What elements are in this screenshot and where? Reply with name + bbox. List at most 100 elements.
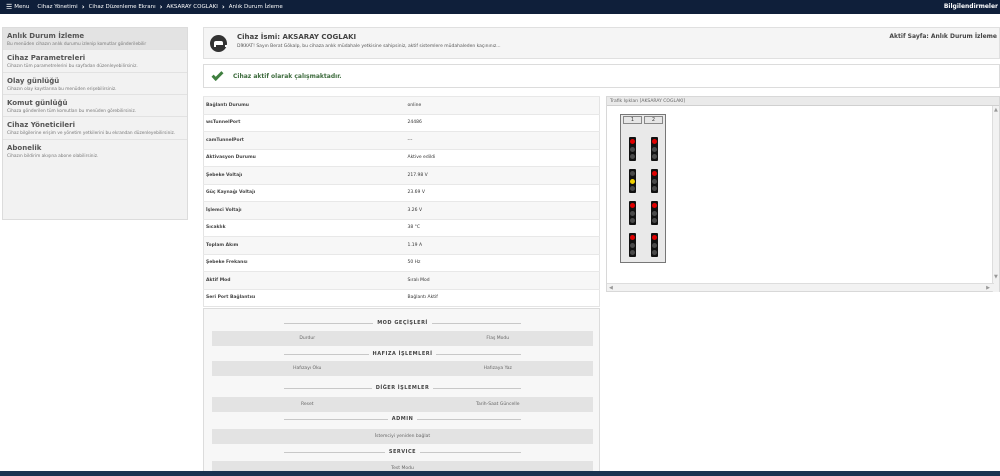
chevron-right-icon: › bbox=[81, 3, 85, 11]
scroll-down-icon[interactable]: ▼ bbox=[994, 274, 998, 280]
status-value: --- bbox=[405, 131, 600, 149]
hamburger-icon: ☰ bbox=[6, 3, 13, 11]
scroll-up-icon[interactable]: ▲ bbox=[994, 107, 998, 113]
signal-bulb-red bbox=[630, 203, 635, 208]
flash-mode-button[interactable]: Flaş Modu bbox=[403, 331, 594, 346]
table-row: Sıcaklık 38 °C bbox=[203, 218, 600, 237]
breadcrumb: Cihaz Yönetimi › Cihaz Düzenleme Ekranı … bbox=[37, 3, 282, 11]
stop-button[interactable]: Durdur bbox=[212, 331, 403, 346]
sidebar-item-managers[interactable]: Cihaz Yöneticileri Cihaz bilgilerine eri… bbox=[3, 117, 187, 140]
status-key: Şebeke Frekansı bbox=[203, 253, 406, 272]
status-key: Bağlantı Durumu bbox=[203, 96, 406, 114]
write-memory-button[interactable]: Hafızaya Yaz bbox=[403, 361, 594, 376]
status-key: Aktif Mod bbox=[203, 271, 406, 289]
sidebar-item-command-log[interactable]: Komut günlüğü Cihaza gönderilen tüm komu… bbox=[3, 95, 187, 118]
signal-bulb-off bbox=[652, 154, 657, 159]
section-title: MOD GEÇİŞLERİ bbox=[204, 320, 601, 326]
sidebar-item-live-status[interactable]: Anlık Durum İzleme Bu menüden cihazın an… bbox=[3, 28, 187, 51]
chevron-right-icon: › bbox=[159, 3, 163, 11]
menu-button[interactable]: ☰ Menu bbox=[6, 3, 29, 11]
traffic-signal-head bbox=[651, 137, 658, 161]
device-status-table: Bağlantı Durumu online wsTunnelPort 24486 … bbox=[203, 96, 600, 307]
status-value: Bağlantı Aktif bbox=[405, 288, 600, 307]
signal-bulb-red bbox=[630, 139, 635, 144]
sidebar-item-desc: Cihaz bilgilerine erişim ve yönetim yetk… bbox=[7, 131, 176, 137]
sidebar-item-title: Abonelik bbox=[7, 143, 42, 152]
scroll-left-icon[interactable]: ◀ bbox=[609, 285, 613, 291]
status-key: İşlemci Voltajı bbox=[203, 201, 406, 219]
signal-bulb-red bbox=[652, 203, 657, 208]
signal-bulb-off bbox=[652, 178, 657, 184]
signal-bulb-off bbox=[652, 250, 657, 255]
table-row: Toplam Akım 1.19 A bbox=[203, 236, 600, 254]
horizontal-scrollbar[interactable]: ◀ ▶ bbox=[607, 283, 994, 291]
status-value: Sıralı Mod bbox=[405, 271, 600, 289]
status-value: 1.19 A bbox=[405, 236, 600, 254]
device-name: Cihaz İsmi: AKSARAY COGLAKI bbox=[237, 33, 357, 41]
table-row: Bağlantı Durumu online bbox=[203, 96, 600, 114]
menu-label: Menu bbox=[14, 4, 30, 10]
notifications-link[interactable]: Bilgilendirmeler bbox=[944, 3, 998, 10]
signal-bulb-red bbox=[652, 139, 657, 144]
status-key: Aktivasyon Durumu bbox=[203, 148, 406, 167]
section-title: SERVICE bbox=[204, 449, 601, 455]
signal-bulb-off bbox=[630, 242, 635, 248]
sidebar-item-desc: Bu menüden cihazın anlık durumu izlenip … bbox=[7, 42, 147, 47]
breadcrumb-item[interactable]: Cihaz Yönetimi bbox=[37, 4, 77, 10]
status-value: 217.98 V bbox=[405, 166, 600, 184]
table-row: Şebeke Frekansı 50 Hz bbox=[203, 253, 600, 272]
status-alert-text: Cihaz aktif olarak çalışmaktadır. bbox=[233, 72, 342, 80]
signal-bulb-off bbox=[630, 146, 635, 152]
signal-bulb-off bbox=[652, 210, 657, 216]
breadcrumb-item[interactable]: Cihaz Düzenleme Ekranı bbox=[89, 4, 156, 10]
signal-bulb-red bbox=[652, 171, 657, 176]
button-row: İstemciyi yeniden bağlat bbox=[212, 429, 593, 444]
status-value: 24486 bbox=[405, 113, 600, 132]
status-value: Aktive edildi bbox=[405, 148, 600, 167]
section-title-text: SERVICE bbox=[384, 449, 421, 455]
signal-bulb-off bbox=[630, 154, 635, 159]
scroll-right-icon[interactable]: ▶ bbox=[986, 285, 990, 291]
button-row: Hafızayı Oku Hafızaya Yaz bbox=[212, 361, 593, 376]
sidebar-item-desc: Cihazın olay kayıtlarına bu menüden eriş… bbox=[7, 86, 117, 92]
traffic-signal-head bbox=[651, 169, 658, 193]
breadcrumb-item: Anlık Durum İzleme bbox=[228, 4, 283, 10]
button-row: Reset Tarih-Saat Güncelle bbox=[212, 397, 593, 412]
table-row: Şebeke Voltajı 217.98 V bbox=[203, 166, 600, 184]
sidebar-item-parameters[interactable]: Cihaz Parametreleri Cihazın tüm parametr… bbox=[3, 50, 187, 73]
section-title-text: ADMIN bbox=[387, 416, 418, 422]
update-datetime-button[interactable]: Tarih-Saat Güncelle bbox=[403, 397, 594, 412]
signal-bulb-off bbox=[630, 250, 635, 255]
chevron-right-icon: › bbox=[221, 3, 225, 11]
status-value: 38 °C bbox=[405, 218, 600, 237]
traffic-signal-head bbox=[651, 233, 658, 257]
breadcrumb-item[interactable]: AKSARAY COGLAKI bbox=[167, 4, 218, 10]
status-key: Seri Port Bağlantısı bbox=[203, 288, 406, 307]
signal-bulb-yellow bbox=[630, 178, 635, 184]
top-navbar: ☰ Menu Cihaz Yönetimi › Cihaz Düzenleme … bbox=[0, 0, 1000, 14]
table-row: Aktif Mod Sıralı Mod bbox=[203, 271, 600, 289]
read-memory-button[interactable]: Hafızayı Oku bbox=[212, 361, 403, 376]
reconnect-client-button[interactable]: İstemciyi yeniden bağlat bbox=[212, 429, 593, 444]
sidebar-item-subscription[interactable]: Abonelik Cihazın bildirim akışına abone … bbox=[3, 140, 187, 161]
sidebar-item-event-log[interactable]: Olay günlüğü Cihazın olay kayıtlarına bu… bbox=[3, 73, 187, 96]
status-key: Şebeke Voltajı bbox=[203, 166, 406, 184]
active-page-label: Aktif Sayfa: Anlık Durum İzleme bbox=[889, 33, 997, 40]
sidebar-item-desc: Cihazın bildirim akışına abone olabilirs… bbox=[7, 153, 99, 159]
traffic-light-panel: Trafik Işıkları [AKSARAY COGLAKI] 1 2 ▲ … bbox=[606, 96, 1000, 292]
status-value: 23.69 V bbox=[405, 183, 600, 202]
table-row: wsTunnelPort 24486 bbox=[203, 113, 600, 132]
traffic-panel-title: Trafik Işıkları [AKSARAY COGLAKI] bbox=[607, 97, 999, 106]
sidebar-item-title: Cihaz Parametreleri bbox=[7, 54, 86, 63]
os-taskbar bbox=[0, 471, 1000, 476]
button-row: Durdur Flaş Modu bbox=[212, 331, 593, 346]
vertical-scrollbar[interactable]: ▲ ▼ bbox=[992, 106, 999, 292]
signal-bulb-off bbox=[652, 186, 657, 191]
reset-button[interactable]: Reset bbox=[212, 397, 403, 412]
section-title-text: HAFIZA İŞLEMLERİ bbox=[368, 351, 437, 357]
signal-bulb-off bbox=[630, 218, 635, 223]
table-row: Seri Port Bağlantısı Bağlantı Aktif bbox=[203, 288, 600, 307]
device-sidebar: Anlık Durum İzleme Bu menüden cihazın an… bbox=[2, 27, 188, 220]
section-title: DİĞER İŞLEMLER bbox=[204, 385, 601, 391]
signal-bulb-off bbox=[630, 210, 635, 216]
